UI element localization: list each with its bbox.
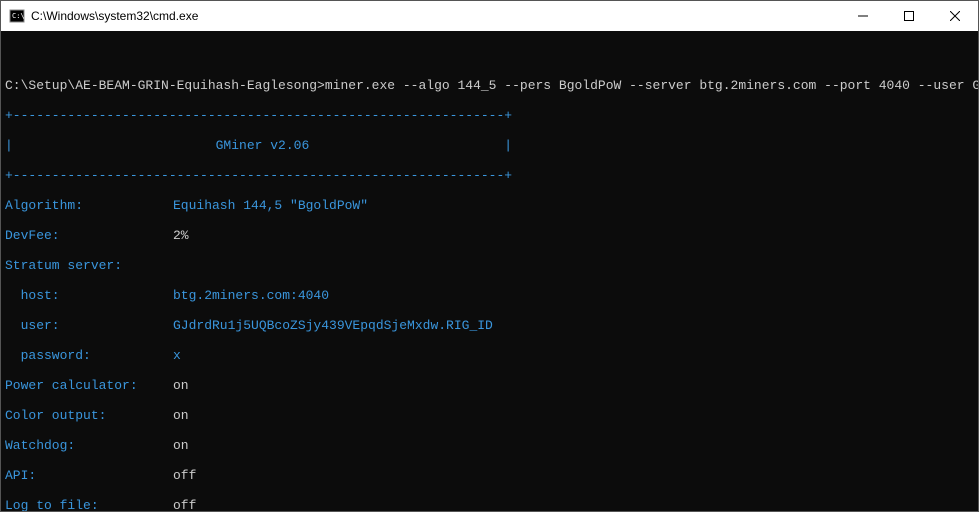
maximize-button[interactable]: [886, 1, 932, 31]
window-controls: [840, 1, 978, 31]
banner-border-bottom: +---------------------------------------…: [5, 168, 974, 183]
minimize-button[interactable]: [840, 1, 886, 31]
config-label: host:: [5, 288, 173, 303]
config-label: Power calculator:: [5, 378, 173, 393]
close-button[interactable]: [932, 1, 978, 31]
window-title: C:\Windows\system32\cmd.exe: [31, 9, 840, 23]
config-value: off: [173, 498, 196, 511]
config-row: Watchdog:on: [5, 438, 974, 453]
config-label: Algorithm:: [5, 198, 173, 213]
terminal-output[interactable]: C:\Setup\AE-BEAM-GRIN-Equihash-Eaglesong…: [1, 31, 978, 511]
config-value: off: [173, 468, 196, 483]
config-row: Power calculator:on: [5, 378, 974, 393]
prompt-line: C:\Setup\AE-BEAM-GRIN-Equihash-Eaglesong…: [5, 78, 974, 93]
config-label: Stratum server:: [5, 258, 173, 273]
banner-line: | GMiner v2.06 |: [5, 138, 974, 153]
config-label: API:: [5, 468, 173, 483]
config-value: btg.2miners.com:4040: [173, 288, 329, 303]
config-value: on: [173, 438, 189, 453]
config-row: Color output:on: [5, 408, 974, 423]
terminal-line: [5, 48, 974, 63]
config-label: user:: [5, 318, 173, 333]
config-value: 2%: [173, 228, 189, 243]
config-label: password:: [5, 348, 173, 363]
config-label: Color output:: [5, 408, 173, 423]
config-value: on: [173, 378, 189, 393]
titlebar[interactable]: C:\ C:\Windows\system32\cmd.exe: [1, 1, 978, 31]
config-row: password:x: [5, 348, 974, 363]
config-value: x: [173, 348, 181, 363]
config-label: Watchdog:: [5, 438, 173, 453]
prompt-path: C:\Setup\AE-BEAM-GRIN-Equihash-Eaglesong…: [5, 78, 325, 93]
config-label: Log to file:: [5, 498, 173, 511]
config-row: DevFee:2%: [5, 228, 974, 243]
config-value: Equihash 144,5 "BgoldPoW": [173, 198, 368, 213]
config-row: Stratum server:: [5, 258, 974, 273]
config-row: API:off: [5, 468, 974, 483]
prompt-command: miner.exe --algo 144_5 --pers BgoldPoW -…: [325, 78, 978, 93]
cmd-window: C:\ C:\Windows\system32\cmd.exe C:\Setup…: [0, 0, 979, 512]
config-row: user:GJdrdRu1j5UQBcoZSjy439VEpqdSjeMxdw.…: [5, 318, 974, 333]
config-value: on: [173, 408, 189, 423]
config-label: DevFee:: [5, 228, 173, 243]
config-row: Algorithm:Equihash 144,5 "BgoldPoW": [5, 198, 974, 213]
config-row: Log to file:off: [5, 498, 974, 511]
svg-text:C:\: C:\: [12, 12, 25, 20]
cmd-icon: C:\: [9, 8, 25, 24]
config-row: host:btg.2miners.com:4040: [5, 288, 974, 303]
config-value: GJdrdRu1j5UQBcoZSjy439VEpqdSjeMxdw.RIG_I…: [173, 318, 493, 333]
banner-border-top: +---------------------------------------…: [5, 108, 974, 123]
